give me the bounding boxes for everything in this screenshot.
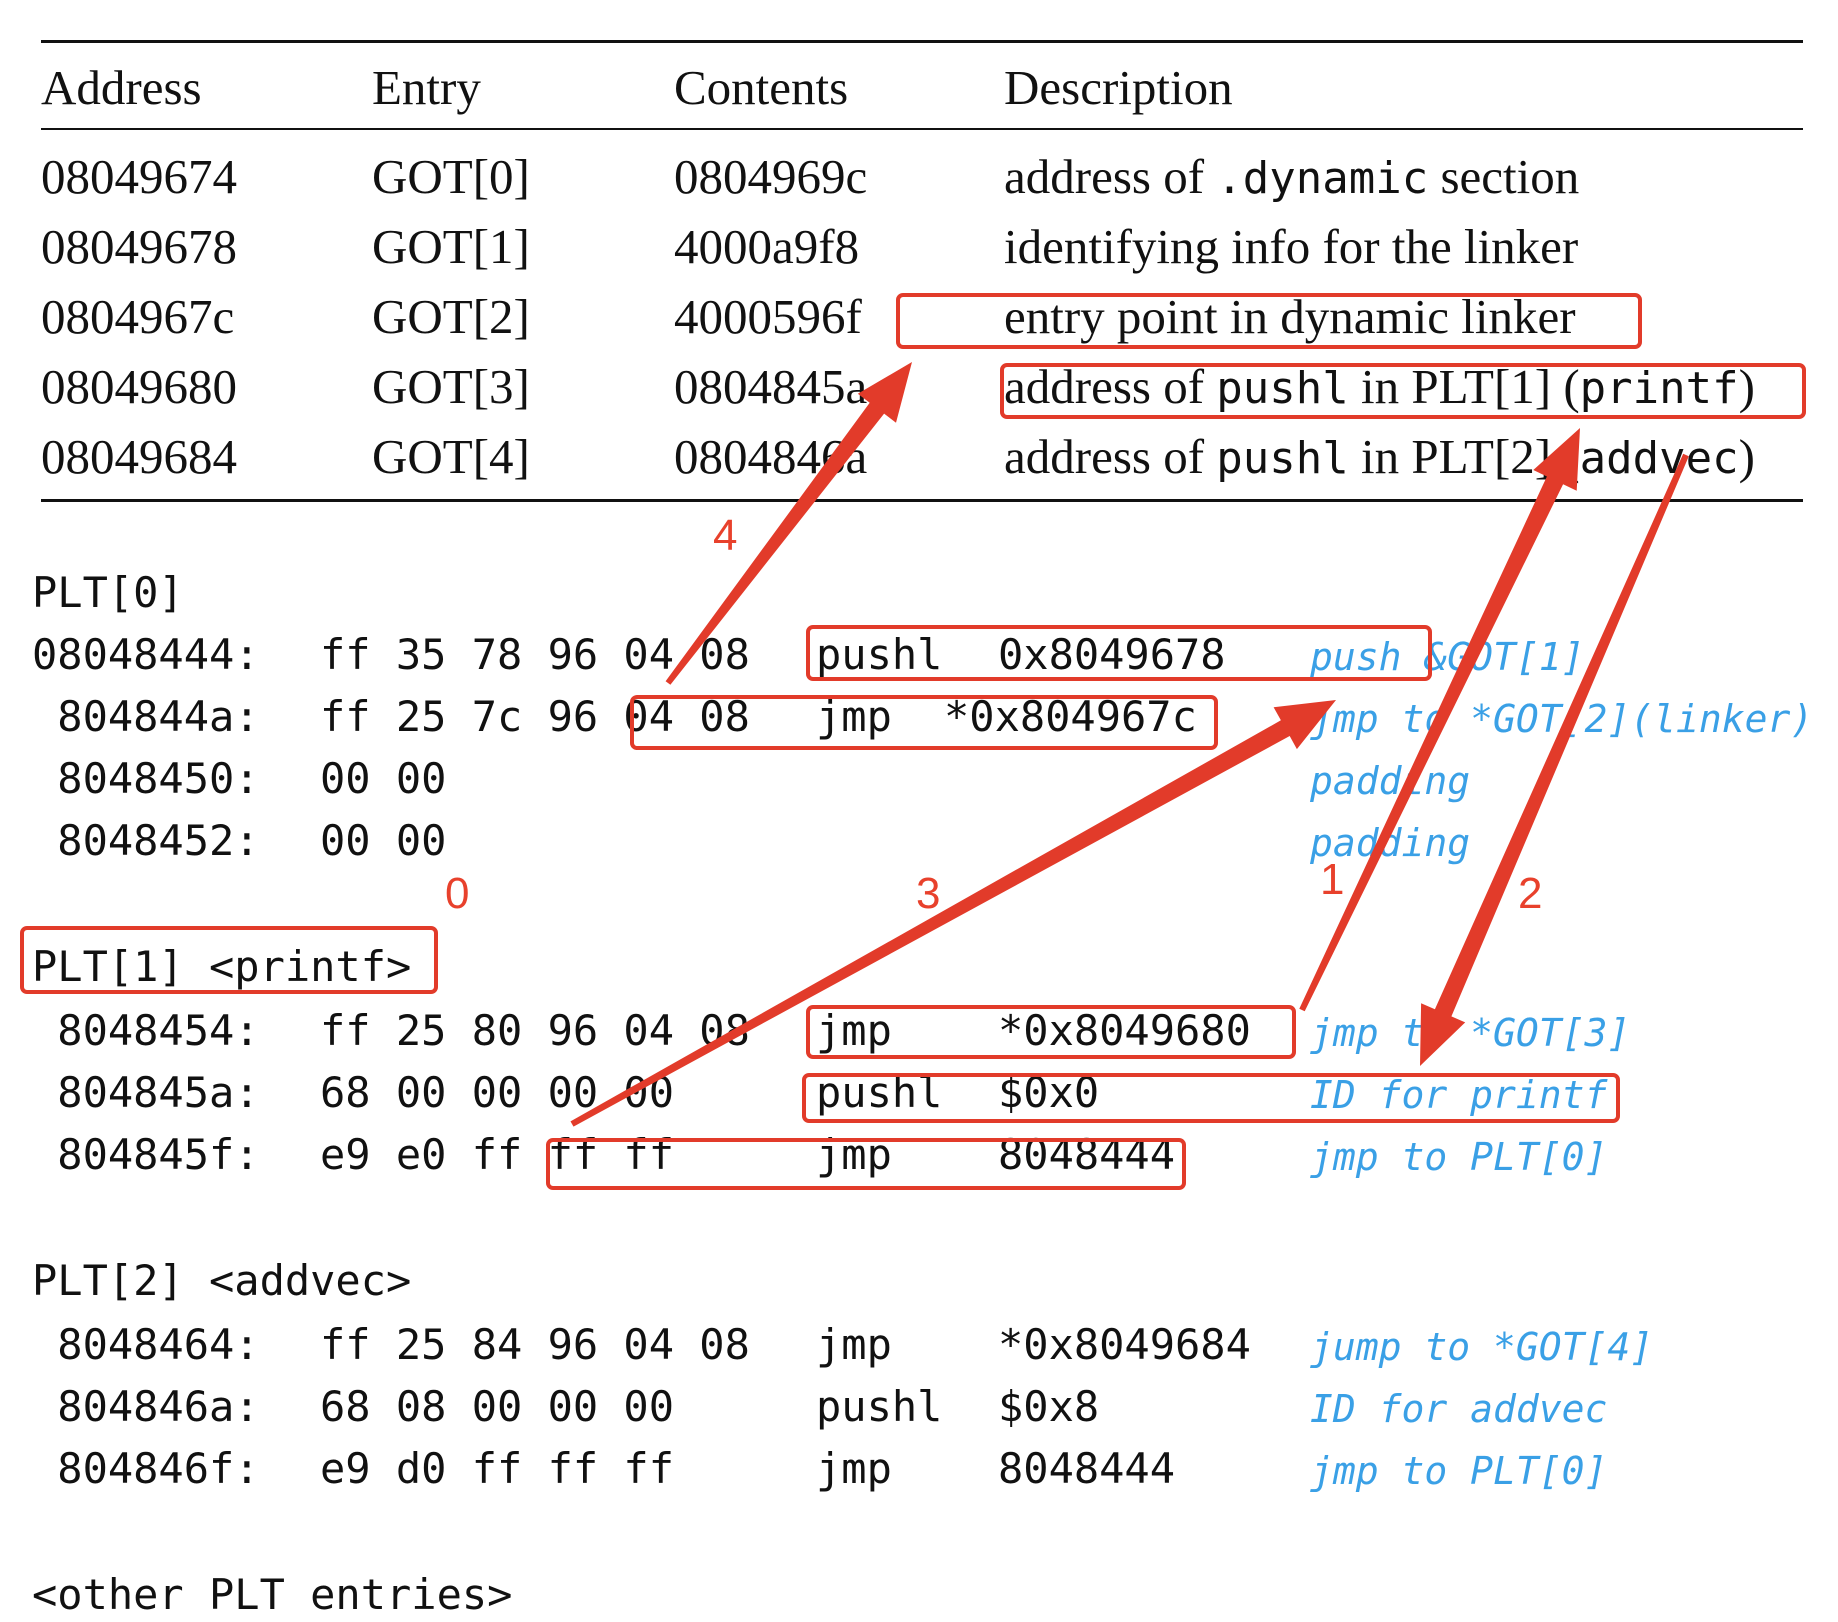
arrow-step-3 <box>570 700 1336 1127</box>
step-label-1: 1 <box>1320 855 1345 904</box>
arrow-step-1 <box>1299 428 1580 1012</box>
arrow-step-2 <box>1420 453 1689 1066</box>
step-arrows <box>570 362 1689 1127</box>
step-label-2: 2 <box>1518 869 1543 918</box>
step-label-3: 3 <box>916 869 941 918</box>
step-label-4: 4 <box>713 511 738 560</box>
step-label-0: 0 <box>445 869 470 918</box>
arrow-step-4 <box>665 362 912 685</box>
got-plt-diagram: Address Entry Contents Description 08049… <box>0 0 1838 1622</box>
